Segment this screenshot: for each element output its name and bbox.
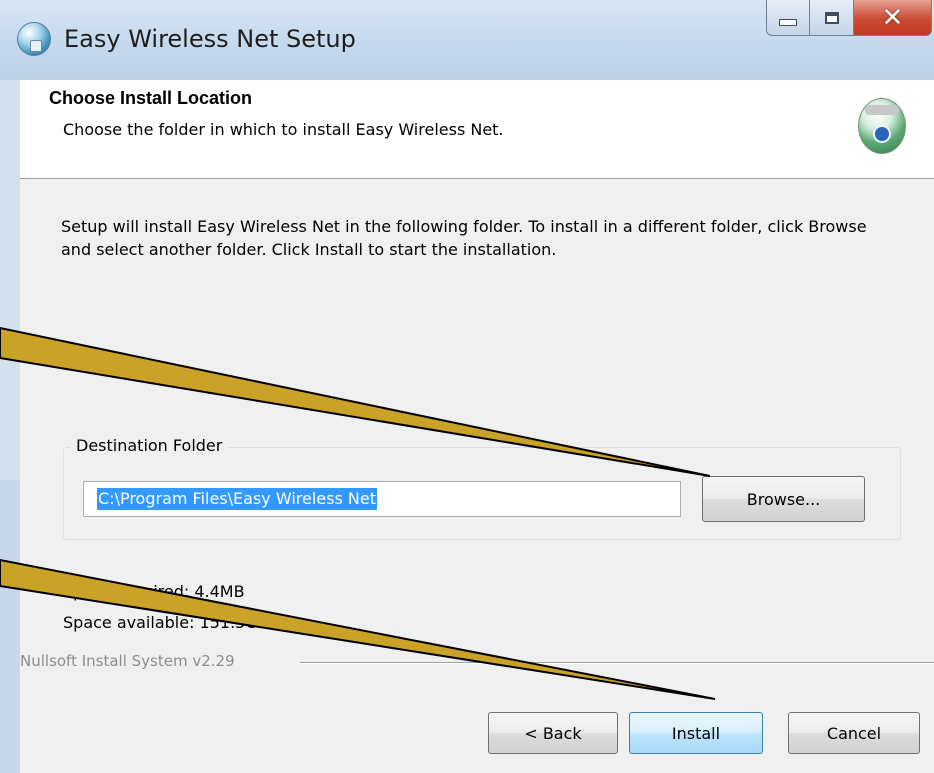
page-body: Setup will install Easy Wireless Net in … — [20, 179, 934, 773]
destination-path-input[interactable]: C:\Program Files\Easy Wireless Net — [83, 481, 681, 517]
minimize-button[interactable] — [766, 0, 810, 36]
footer-divider — [300, 662, 934, 664]
page-title: Choose Install Location — [49, 88, 253, 108]
close-button[interactable]: ✕ — [854, 0, 932, 36]
back-button[interactable]: < Back — [488, 712, 618, 754]
close-icon: ✕ — [881, 2, 904, 33]
cancel-button[interactable]: Cancel — [788, 712, 920, 754]
installer-icon — [858, 98, 906, 154]
setup-app-icon — [17, 22, 51, 56]
window-left-border — [0, 80, 20, 480]
caption-buttons: ✕ — [766, 0, 932, 36]
minimize-icon — [779, 19, 797, 26]
destination-path-value: C:\Program Files\Easy Wireless Net — [97, 488, 377, 510]
install-description: Setup will install Easy Wireless Net in … — [61, 217, 867, 259]
installer-window: Easy Wireless Net Setup ✕ Choose Install… — [0, 0, 934, 773]
maximize-icon — [824, 11, 839, 24]
space-available: Space available: 151.5GB — [63, 613, 269, 632]
page-header: Choose Install Location Choose the folde… — [20, 80, 934, 179]
nsis-branding: Nullsoft Install System v2.29 — [20, 652, 243, 670]
window-title: Easy Wireless Net Setup — [64, 25, 356, 53]
space-required: Space required: 4.4MB — [63, 582, 245, 601]
maximize-button[interactable] — [810, 0, 854, 36]
title-bar[interactable]: Easy Wireless Net Setup ✕ — [0, 0, 934, 80]
browse-button[interactable]: Browse... — [702, 476, 865, 522]
install-button[interactable]: Install — [629, 712, 763, 754]
page-subtitle: Choose the folder in which to install Ea… — [63, 120, 504, 139]
destination-folder-label: Destination Folder — [70, 436, 229, 455]
